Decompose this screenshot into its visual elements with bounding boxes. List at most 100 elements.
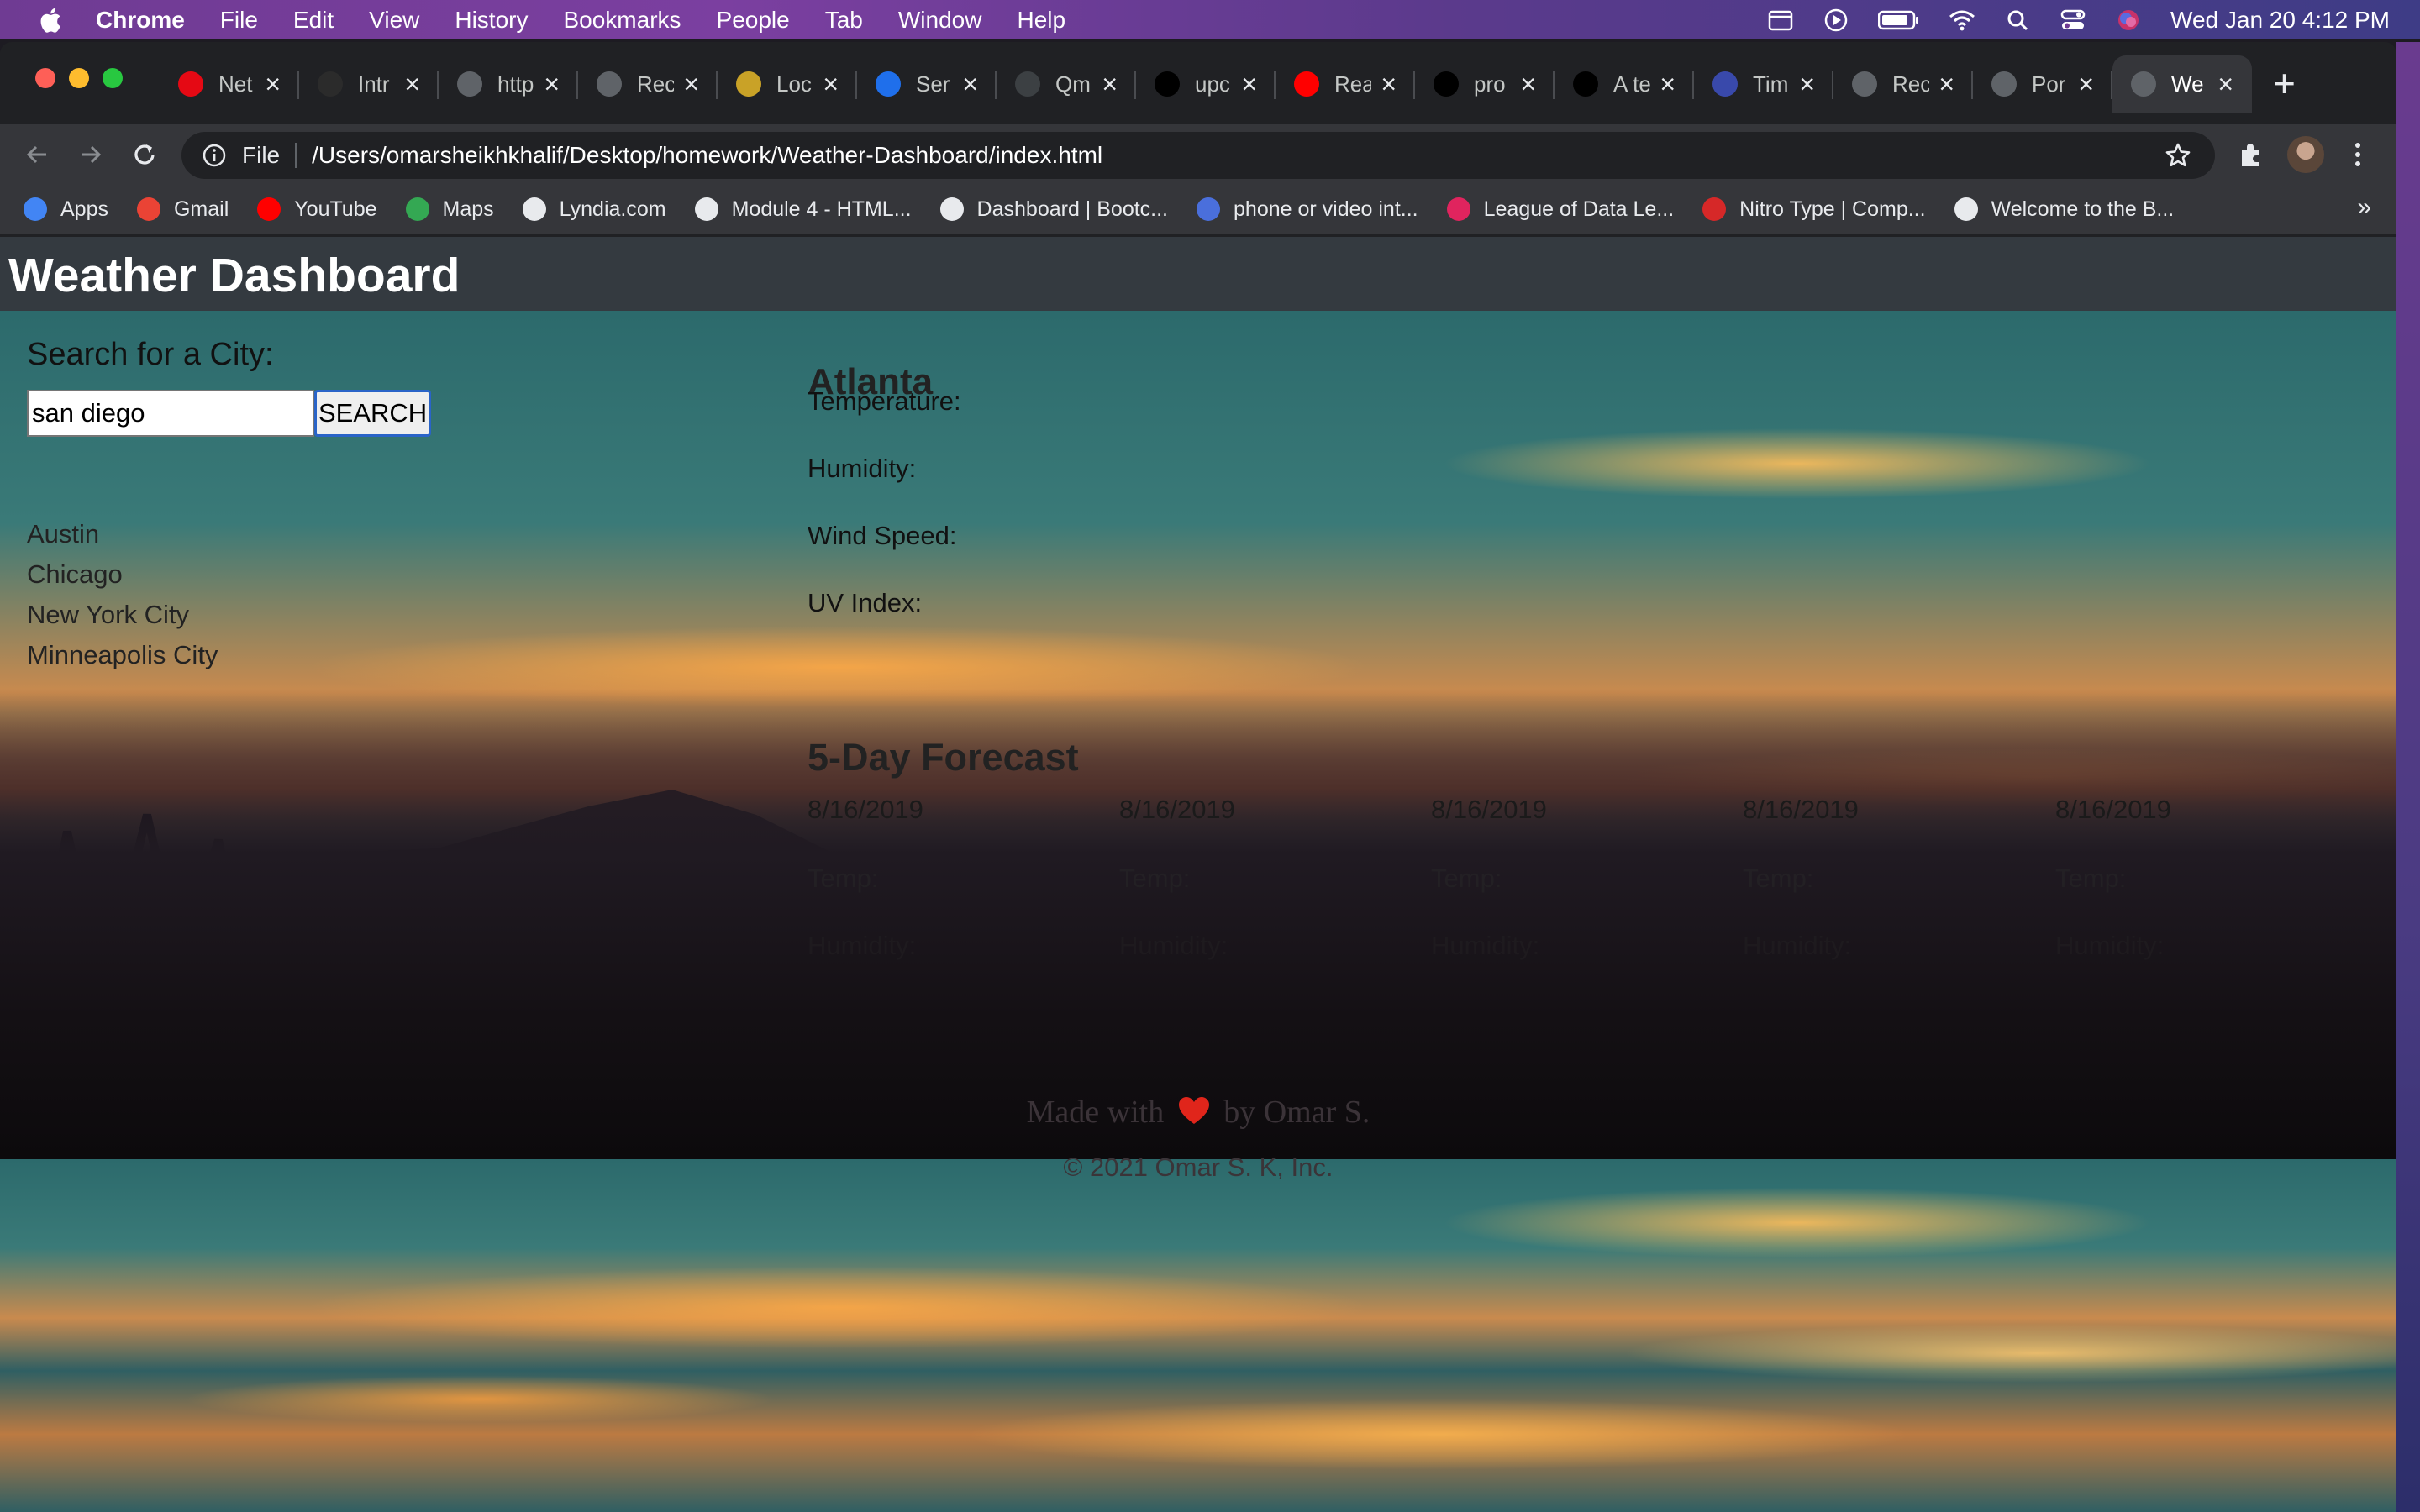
close-tab-icon[interactable]: × — [404, 69, 420, 100]
city-item-minneapolis-city[interactable]: Minneapolis City — [27, 635, 783, 675]
tab-title: Rea — [1334, 71, 1371, 97]
search-button[interactable]: SEARCH — [314, 390, 432, 437]
close-tab-icon[interactable]: × — [1660, 69, 1676, 100]
new-tab-button[interactable]: + — [2273, 64, 2296, 102]
bookmark-item[interactable]: Welcome to the B... — [1954, 197, 2175, 222]
close-tab-icon[interactable]: × — [823, 69, 839, 100]
address-bar[interactable]: File /Users/omarsheikhkhalif/Desktop/hom… — [182, 132, 2215, 179]
bookmark-item[interactable]: Gmail — [136, 197, 229, 222]
wifi-icon[interactable] — [1949, 7, 1975, 34]
city-item-new-york-city[interactable]: New York City — [27, 595, 783, 635]
browser-tab[interactable]: http × — [439, 55, 578, 113]
close-tab-icon[interactable]: × — [1939, 69, 1954, 100]
bookmark-item[interactable]: Maps — [405, 197, 494, 222]
menu-history[interactable]: History — [455, 7, 528, 34]
bookmark-item[interactable]: Module 4 - HTML... — [694, 197, 912, 222]
close-tab-icon[interactable]: × — [1102, 69, 1118, 100]
menu-file[interactable]: File — [220, 7, 258, 34]
forecast-temp: Temp: — [1431, 864, 1502, 893]
close-tab-icon[interactable]: × — [1799, 69, 1815, 100]
menu-edit[interactable]: Edit — [293, 7, 334, 34]
more-bookmarks-chevron-icon[interactable]: » — [2357, 193, 2371, 222]
close-tab-icon[interactable]: × — [1520, 69, 1536, 100]
browser-tab[interactable]: Rea × — [1276, 55, 1415, 113]
browser-tab[interactable]: upc × — [1136, 55, 1276, 113]
browser-toolbar: File /Users/omarsheikhkhalif/Desktop/hom… — [0, 124, 2396, 185]
reload-icon[interactable] — [129, 139, 160, 170]
browser-tab[interactable]: Intr × — [299, 55, 439, 113]
calendar-icon[interactable] — [1767, 7, 1794, 34]
spotlight-icon[interactable] — [2004, 7, 2031, 34]
close-tab-icon[interactable]: × — [1241, 69, 1257, 100]
siri-icon[interactable] — [2115, 7, 2142, 34]
forecast-temp: Temp: — [808, 864, 879, 893]
menu-people[interactable]: People — [717, 7, 790, 34]
globe-icon — [2131, 71, 2156, 97]
profile-avatar[interactable] — [2287, 136, 2324, 173]
close-tab-icon[interactable]: × — [2078, 69, 2094, 100]
browser-tab[interactable]: Tim × — [1694, 55, 1833, 113]
bookmark-item[interactable]: Lyndia.com — [522, 197, 666, 222]
city-search-input[interactable] — [27, 390, 314, 437]
bookmark-star-icon[interactable] — [2165, 142, 2191, 169]
battery-icon[interactable] — [1878, 7, 1920, 34]
menu-help[interactable]: Help — [1017, 7, 1065, 34]
url-text[interactable]: /Users/omarsheikhkhalif/Desktop/homework… — [312, 142, 1102, 169]
close-window-button[interactable] — [35, 68, 55, 88]
bookmark-label: Gmail — [173, 197, 229, 221]
city-item-chicago[interactable]: Chicago — [27, 554, 783, 595]
menu-tab[interactable]: Tab — [825, 7, 863, 34]
menu-view[interactable]: View — [369, 7, 419, 34]
browser-tab[interactable]: Net × — [160, 55, 299, 113]
bookmark-item[interactable]: Nitro Type | Comp... — [1702, 197, 1926, 222]
apple-icon[interactable] — [37, 6, 62, 34]
forward-arrow-icon[interactable] — [76, 139, 106, 170]
browser-tab[interactable]: Rec × — [578, 55, 718, 113]
tab-title: Loc — [776, 71, 812, 97]
city-item-austin[interactable]: Austin — [27, 514, 783, 554]
browser-tab[interactable]: We × — [2112, 55, 2252, 113]
bookmark-item[interactable]: phone or video int... — [1197, 197, 1418, 222]
back-arrow-icon[interactable] — [22, 139, 52, 170]
control-center-icon[interactable] — [2060, 7, 2086, 34]
info-icon[interactable] — [202, 143, 227, 168]
extensions-puzzle-icon[interactable] — [2235, 139, 2265, 170]
browser-tab[interactable]: pro × — [1415, 55, 1555, 113]
bookmark-label: Module 4 - HTML... — [731, 197, 912, 221]
browser-tab[interactable]: Rec × — [1833, 55, 1973, 113]
close-tab-icon[interactable]: × — [1381, 69, 1397, 100]
menu-clock[interactable]: Wed Jan 20 4:12 PM — [2170, 7, 2390, 34]
forecast-humidity: Humidity: — [1431, 931, 1540, 960]
status-area: Wed Jan 20 4:12 PM — [1767, 0, 2420, 39]
bookmark-label: Welcome to the B... — [1991, 197, 2175, 221]
minimize-window-button[interactable] — [69, 68, 89, 88]
bookmark-item[interactable]: League of Data Le... — [1446, 197, 1674, 222]
menu-bookmarks[interactable]: Bookmarks — [563, 7, 681, 34]
gmail-icon — [136, 197, 160, 221]
page-header: Weather Dashboard — [0, 237, 2396, 311]
bookmark-item[interactable]: Dashboard | Bootc... — [939, 197, 1168, 222]
close-tab-icon[interactable]: × — [2217, 69, 2233, 100]
menu-app-name[interactable]: Chrome — [96, 7, 185, 34]
close-tab-icon[interactable]: × — [265, 69, 281, 100]
browser-tab[interactable]: Ser × — [857, 55, 997, 113]
menu-window[interactable]: Window — [898, 7, 982, 34]
browser-tab[interactable]: Qm × — [997, 55, 1136, 113]
bookmark-item[interactable]: Apps — [24, 197, 108, 222]
tab-title: http — [497, 71, 534, 97]
forecast-day-1: 8/16/2019 Temp: Humidity: — [808, 795, 1093, 961]
browser-tab[interactable]: Loc × — [718, 55, 857, 113]
close-tab-icon[interactable]: × — [683, 69, 699, 100]
fullscreen-window-button[interactable] — [103, 68, 123, 88]
bookmark-item[interactable]: YouTube — [257, 197, 377, 222]
browser-tab[interactable]: A te × — [1555, 55, 1694, 113]
tab-title: Intr — [358, 71, 390, 97]
close-tab-icon[interactable]: × — [962, 69, 978, 100]
play-icon[interactable] — [1823, 7, 1849, 34]
forecast-humidity: Humidity: — [808, 931, 917, 960]
forecast-date: 8/16/2019 — [1743, 795, 1859, 824]
more-options-icon[interactable] — [2349, 139, 2366, 170]
forecast-temp: Temp: — [1119, 864, 1191, 893]
close-tab-icon[interactable]: × — [544, 69, 560, 100]
browser-tab[interactable]: Por × — [1973, 55, 2112, 113]
